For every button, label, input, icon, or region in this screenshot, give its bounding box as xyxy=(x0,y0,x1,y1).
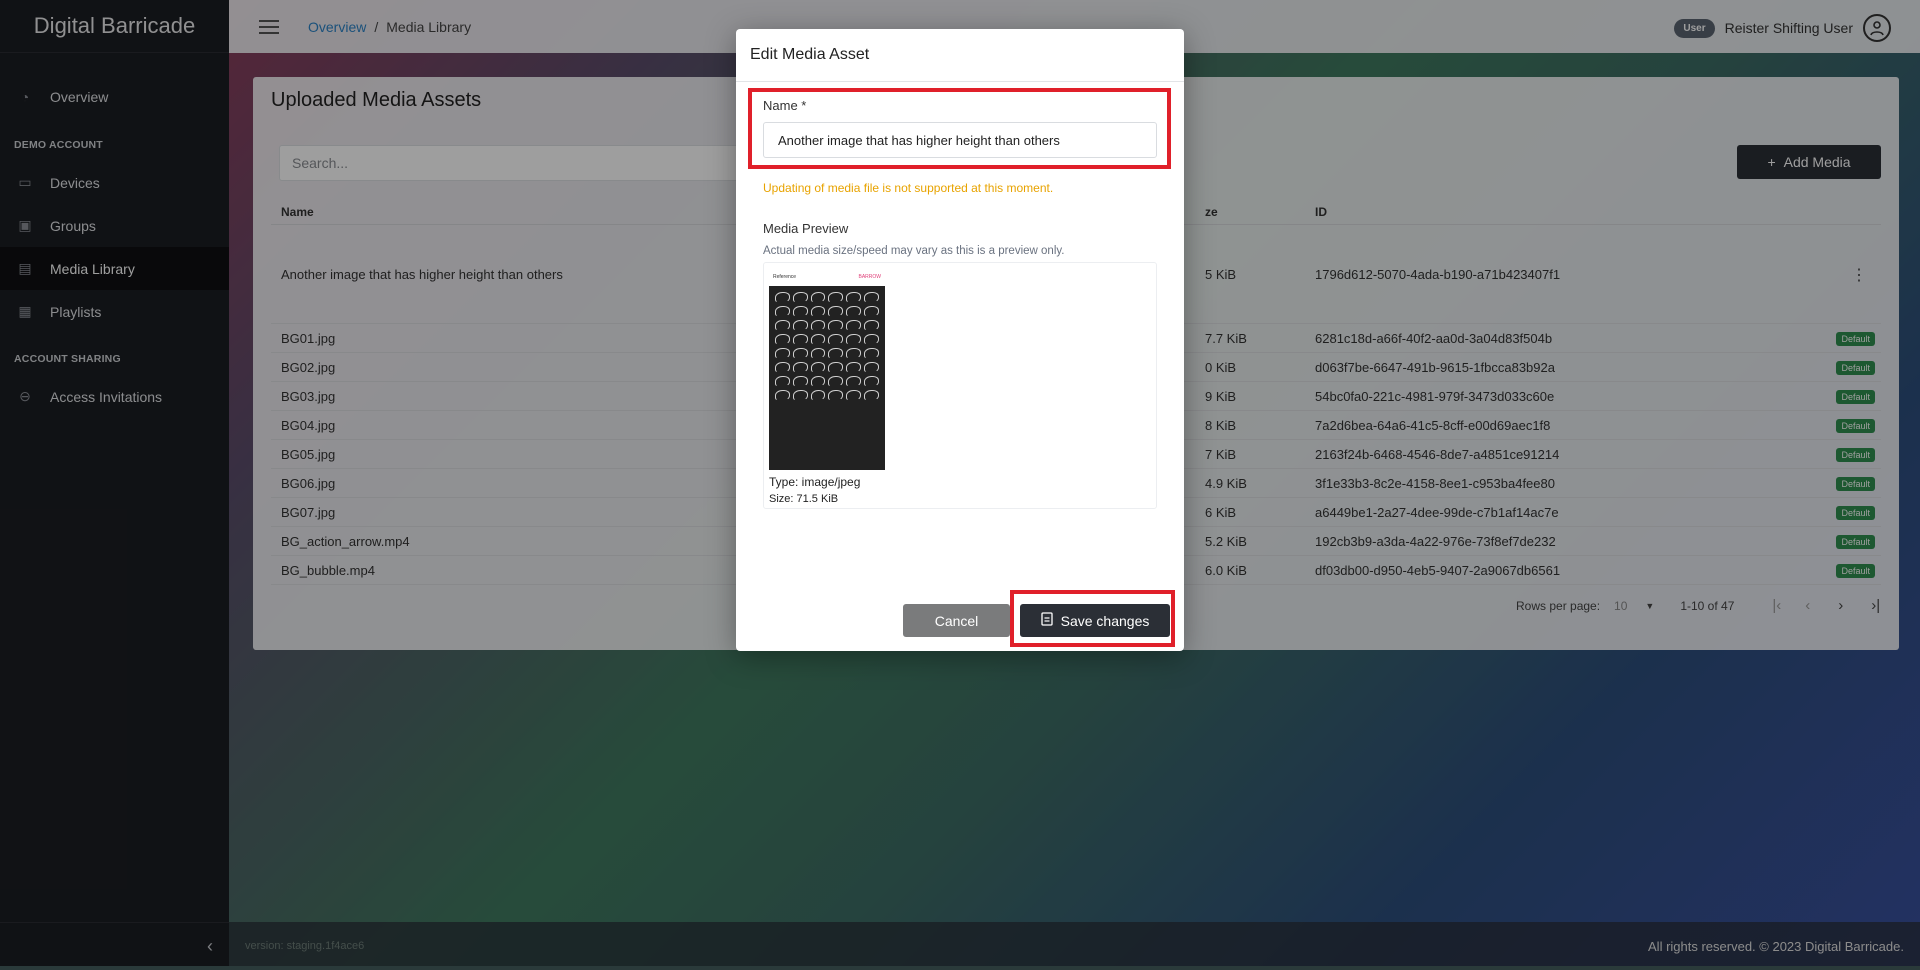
glyph-mark xyxy=(828,306,844,317)
glyph-mark xyxy=(846,334,862,345)
glyph-mark xyxy=(846,320,862,331)
save-icon xyxy=(1040,612,1053,629)
glyph-mark xyxy=(810,376,826,387)
glyph-mark xyxy=(864,376,879,387)
preview-image: Reference BARROW xyxy=(769,268,885,470)
update-warning: Updating of media file is not supported … xyxy=(763,181,1054,195)
glyph-mark xyxy=(846,348,862,359)
media-preview: Reference BARROW Type: image/jpeg Size: … xyxy=(763,262,1157,509)
glyph-mark xyxy=(864,348,879,359)
glyph-mark xyxy=(828,376,844,387)
glyph-mark xyxy=(828,390,844,401)
save-changes-label: Save changes xyxy=(1060,612,1150,629)
media-size: Size: 71.5 KiB xyxy=(769,493,839,505)
glyph-mark xyxy=(775,306,790,317)
window-bottom-strip xyxy=(0,966,1920,970)
glyph-mark xyxy=(810,306,826,317)
glyph-mark xyxy=(864,334,879,345)
edit-media-dialog: Edit Media Asset Name * Another image th… xyxy=(736,29,1184,651)
media-preview-label: Media Preview xyxy=(763,221,849,236)
save-changes-button[interactable]: Save changes xyxy=(1020,604,1170,637)
glyph-mark xyxy=(775,320,790,331)
name-field[interactable]: Another image that has higher height tha… xyxy=(763,122,1157,158)
glyph-mark xyxy=(775,334,790,345)
glyph-mark xyxy=(828,348,844,359)
preview-glyph-grid xyxy=(769,286,885,407)
preview-image-header: Reference BARROW xyxy=(769,268,885,286)
glyph-mark xyxy=(864,292,879,303)
glyph-mark xyxy=(846,362,862,373)
glyph-mark xyxy=(828,320,844,331)
media-type: Type: image/jpeg xyxy=(769,475,861,489)
glyph-mark xyxy=(864,320,879,331)
glyph-mark xyxy=(775,362,790,373)
glyph-mark xyxy=(828,334,844,345)
glyph-mark xyxy=(810,320,826,331)
glyph-mark xyxy=(775,348,790,359)
glyph-mark xyxy=(792,348,808,359)
glyph-mark xyxy=(846,376,862,387)
glyph-mark xyxy=(846,306,862,317)
glyph-mark xyxy=(775,292,790,303)
glyph-mark xyxy=(828,362,844,373)
glyph-mark xyxy=(810,292,826,303)
cancel-button[interactable]: Cancel xyxy=(903,604,1010,637)
glyph-mark xyxy=(792,334,808,345)
glyph-mark xyxy=(810,334,826,345)
glyph-mark xyxy=(792,390,808,401)
glyph-mark xyxy=(846,292,862,303)
glyph-mark xyxy=(864,390,879,401)
name-field-label: Name * xyxy=(763,98,807,113)
glyph-mark xyxy=(792,376,808,387)
glyph-mark xyxy=(792,362,808,373)
glyph-mark xyxy=(864,362,879,373)
dialog-title: Edit Media Asset xyxy=(736,29,1184,82)
glyph-mark xyxy=(775,376,790,387)
glyph-mark xyxy=(792,320,808,331)
glyph-mark xyxy=(846,390,862,401)
glyph-mark xyxy=(828,292,844,303)
preview-header-right: BARROW xyxy=(858,274,882,280)
glyph-mark xyxy=(810,362,826,373)
glyph-mark xyxy=(792,306,808,317)
glyph-mark xyxy=(864,306,879,317)
glyph-mark xyxy=(792,292,808,303)
media-preview-note: Actual media size/speed may vary as this… xyxy=(763,245,1065,257)
glyph-mark xyxy=(810,348,826,359)
glyph-mark xyxy=(775,390,790,401)
glyph-mark xyxy=(810,390,826,401)
preview-header-left: Reference xyxy=(773,274,797,280)
